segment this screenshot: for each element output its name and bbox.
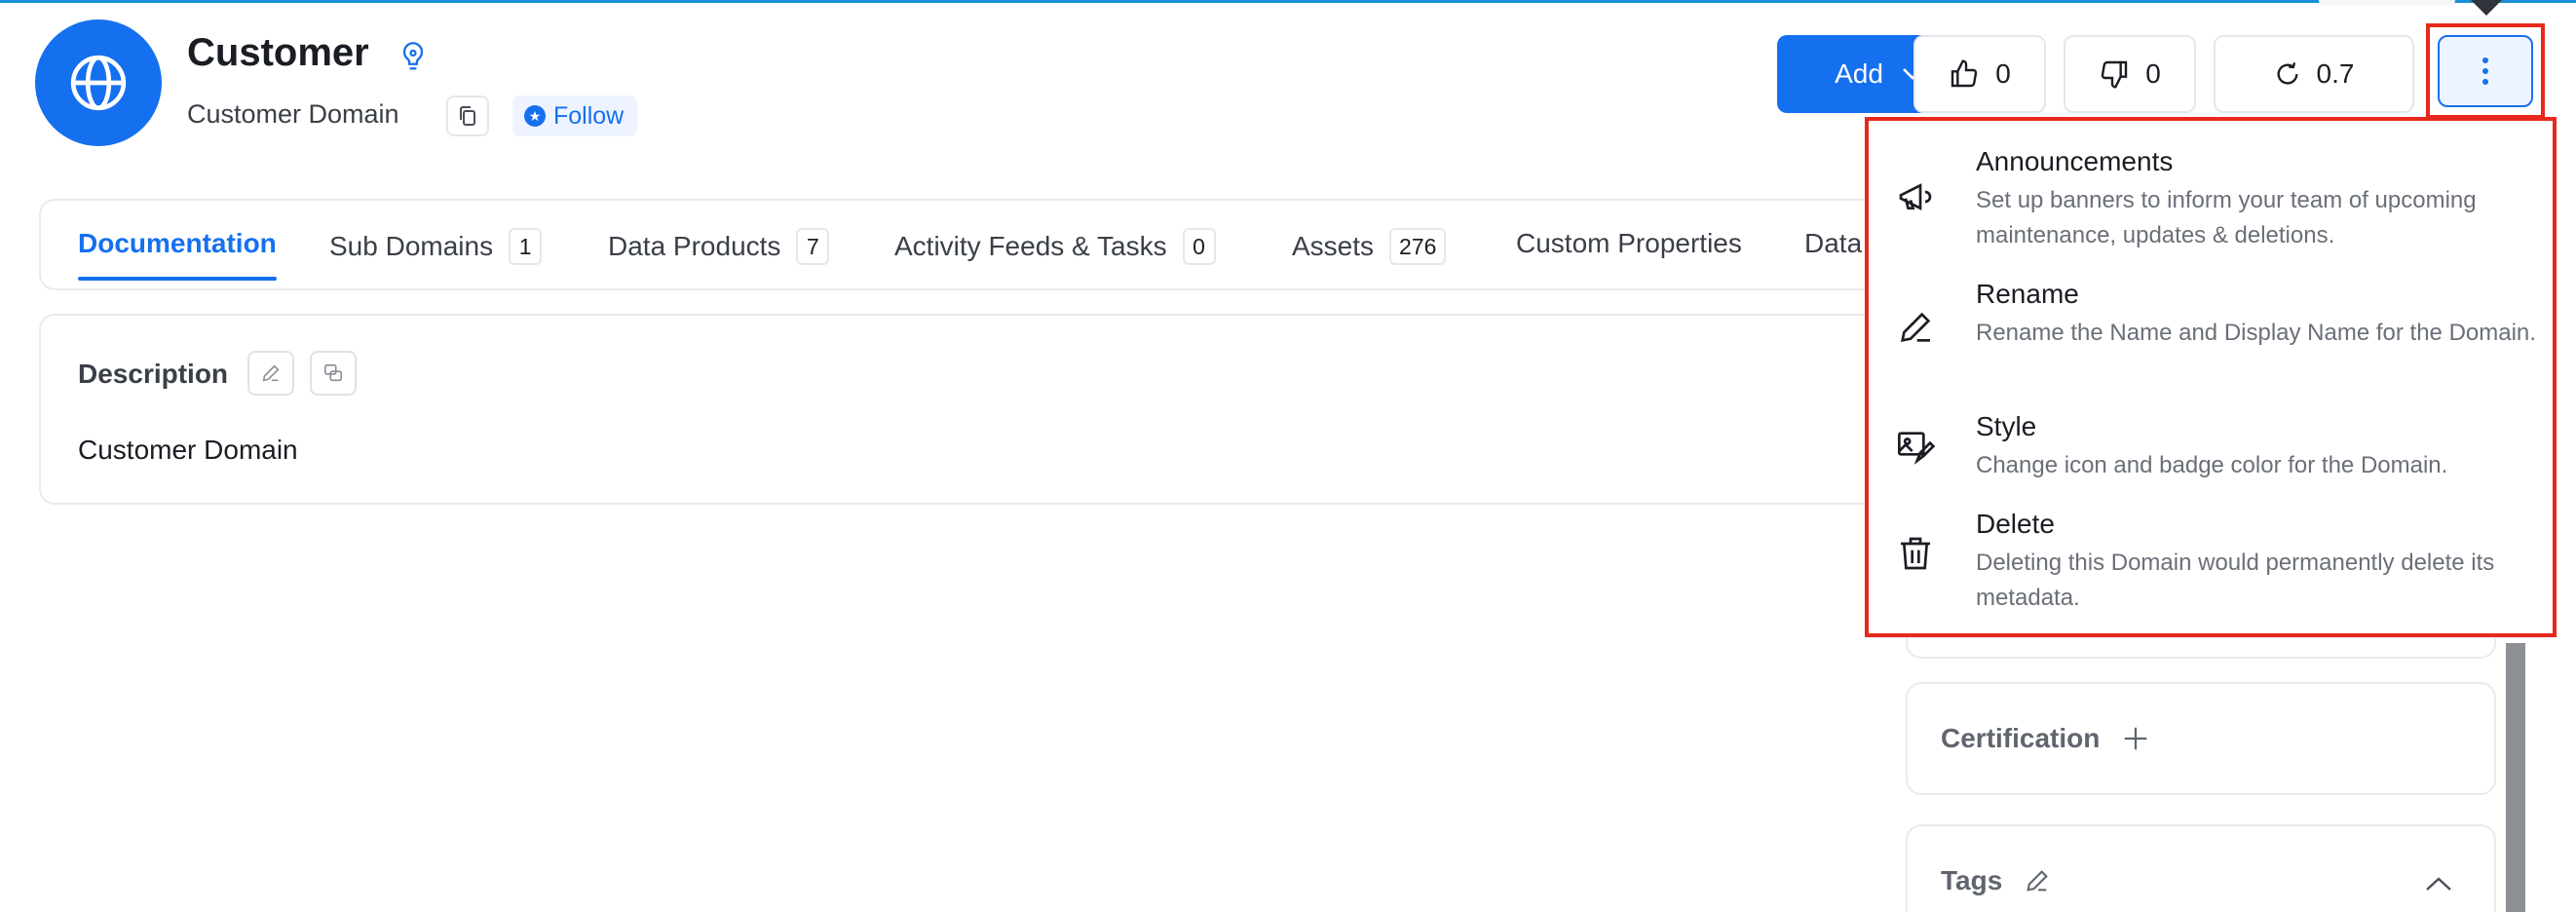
more-options-menu: Announcements Set up banners to inform y… (1865, 117, 2557, 637)
version-history-icon (2277, 62, 2298, 85)
tab-assets[interactable]: Assets 276 (1292, 228, 1447, 265)
thumbs-down-icon (2102, 60, 2128, 89)
kebab-icon (2482, 57, 2488, 63)
tab-documentation[interactable]: Documentation (78, 228, 277, 281)
comment-icon (323, 363, 343, 382)
pencil-icon[interactable] (2024, 867, 2051, 894)
count-badge: 1 (509, 228, 543, 265)
tags-label: Tags (1941, 865, 2003, 895)
page-title: Customer (187, 31, 369, 74)
follow-button[interactable]: ★ Follow (512, 95, 638, 136)
megaphone-icon (1899, 183, 1932, 210)
tab-label: Activity Feeds & Tasks (894, 231, 1167, 261)
certification-card: Certification (1906, 682, 2496, 795)
menu-item-description: Rename the Name and Display Name for the… (1976, 320, 2536, 346)
tab-activity-feeds[interactable]: Activity Feeds & Tasks 0 (894, 228, 1216, 265)
description-card: Description Customer Domain (39, 314, 1988, 505)
menu-item-title: Style (1976, 411, 2037, 441)
count-badge: 276 (1389, 228, 1447, 265)
menu-item-title: Delete (1976, 509, 2055, 539)
edit-description-button[interactable] (247, 351, 294, 396)
version-button[interactable]: 0.7 (2214, 35, 2414, 113)
plus-icon[interactable] (2121, 724, 2150, 753)
tab-label: Assets (1292, 231, 1375, 261)
image-edit-icon (1898, 432, 1935, 465)
tags-card: Tags (1906, 824, 2496, 912)
tooltip-arrow (2471, 0, 2502, 16)
tab-bar: Documentation Sub Domains 1 Data Product… (39, 199, 1988, 290)
menu-item-description: Set up banners to inform your team of up… (1976, 187, 2477, 248)
menu-item-description: Change icon and badge color for the Doma… (1976, 452, 2448, 478)
downvote-button[interactable]: 0 (2064, 35, 2196, 113)
top-accent-line (0, 0, 2576, 3)
menu-item-rename[interactable]: Rename Rename the Name and Display Name … (1869, 279, 2553, 386)
menu-item-style[interactable]: Style Change icon and badge color for th… (1869, 411, 2553, 485)
tab-label: Documentation (78, 228, 277, 258)
tab-label: Data (1804, 228, 1863, 258)
active-tab-indicator (78, 277, 277, 281)
count-badge: 7 (796, 228, 830, 265)
star-icon: ★ (524, 105, 546, 127)
comment-button[interactable] (310, 351, 357, 396)
thumbs-up-icon (1951, 59, 1978, 88)
upvote-button[interactable]: 0 (1913, 35, 2046, 113)
copy-icon (460, 106, 475, 126)
tab-label: Custom Properties (1516, 228, 1742, 258)
menu-item-title: Announcements (1976, 146, 2174, 176)
tooltip-remnant (2319, 0, 2455, 6)
menu-item-title: Rename (1976, 279, 2079, 309)
version-number: 0.7 (2316, 58, 2355, 89)
more-options-button[interactable] (2438, 35, 2533, 107)
menu-item-description: Deleting this Domain would permanently d… (1976, 550, 2495, 611)
trash-icon (1901, 537, 1930, 570)
scrollbar[interactable] (2506, 643, 2525, 912)
menu-item-announcements[interactable]: Announcements Set up banners to inform y… (1869, 146, 2553, 253)
menu-item-delete[interactable]: Delete Deleting this Domain would perman… (1869, 509, 2553, 616)
description-text: Customer Domain (78, 435, 298, 465)
lightbulb-icon[interactable] (399, 41, 427, 74)
more-options-highlight (2426, 23, 2545, 119)
upvote-count: 0 (1995, 58, 2011, 89)
certification-label: Certification (1941, 723, 2101, 753)
pencil-icon (1900, 312, 1931, 343)
copy-button[interactable] (446, 95, 489, 136)
description-label: Description (78, 359, 229, 389)
follow-label: Follow (553, 101, 625, 130)
tab-data-products[interactable]: Data Products 7 (608, 228, 830, 265)
domain-globe-icon (35, 19, 162, 146)
tab-sub-domains[interactable]: Sub Domains 1 (329, 228, 543, 265)
tab-custom-properties[interactable]: Custom Properties (1516, 228, 1742, 259)
domain-subtitle: Customer Domain (187, 99, 399, 129)
pencil-icon (262, 364, 280, 382)
count-badge: 0 (1182, 228, 1216, 265)
downvote-count: 0 (2145, 58, 2161, 89)
tab-label: Data Products (608, 231, 781, 261)
chevron-up-icon[interactable] (2424, 875, 2453, 893)
tab-data[interactable]: Data (1804, 228, 1862, 259)
add-label: Add (1835, 58, 1883, 89)
tab-label: Sub Domains (329, 231, 494, 261)
